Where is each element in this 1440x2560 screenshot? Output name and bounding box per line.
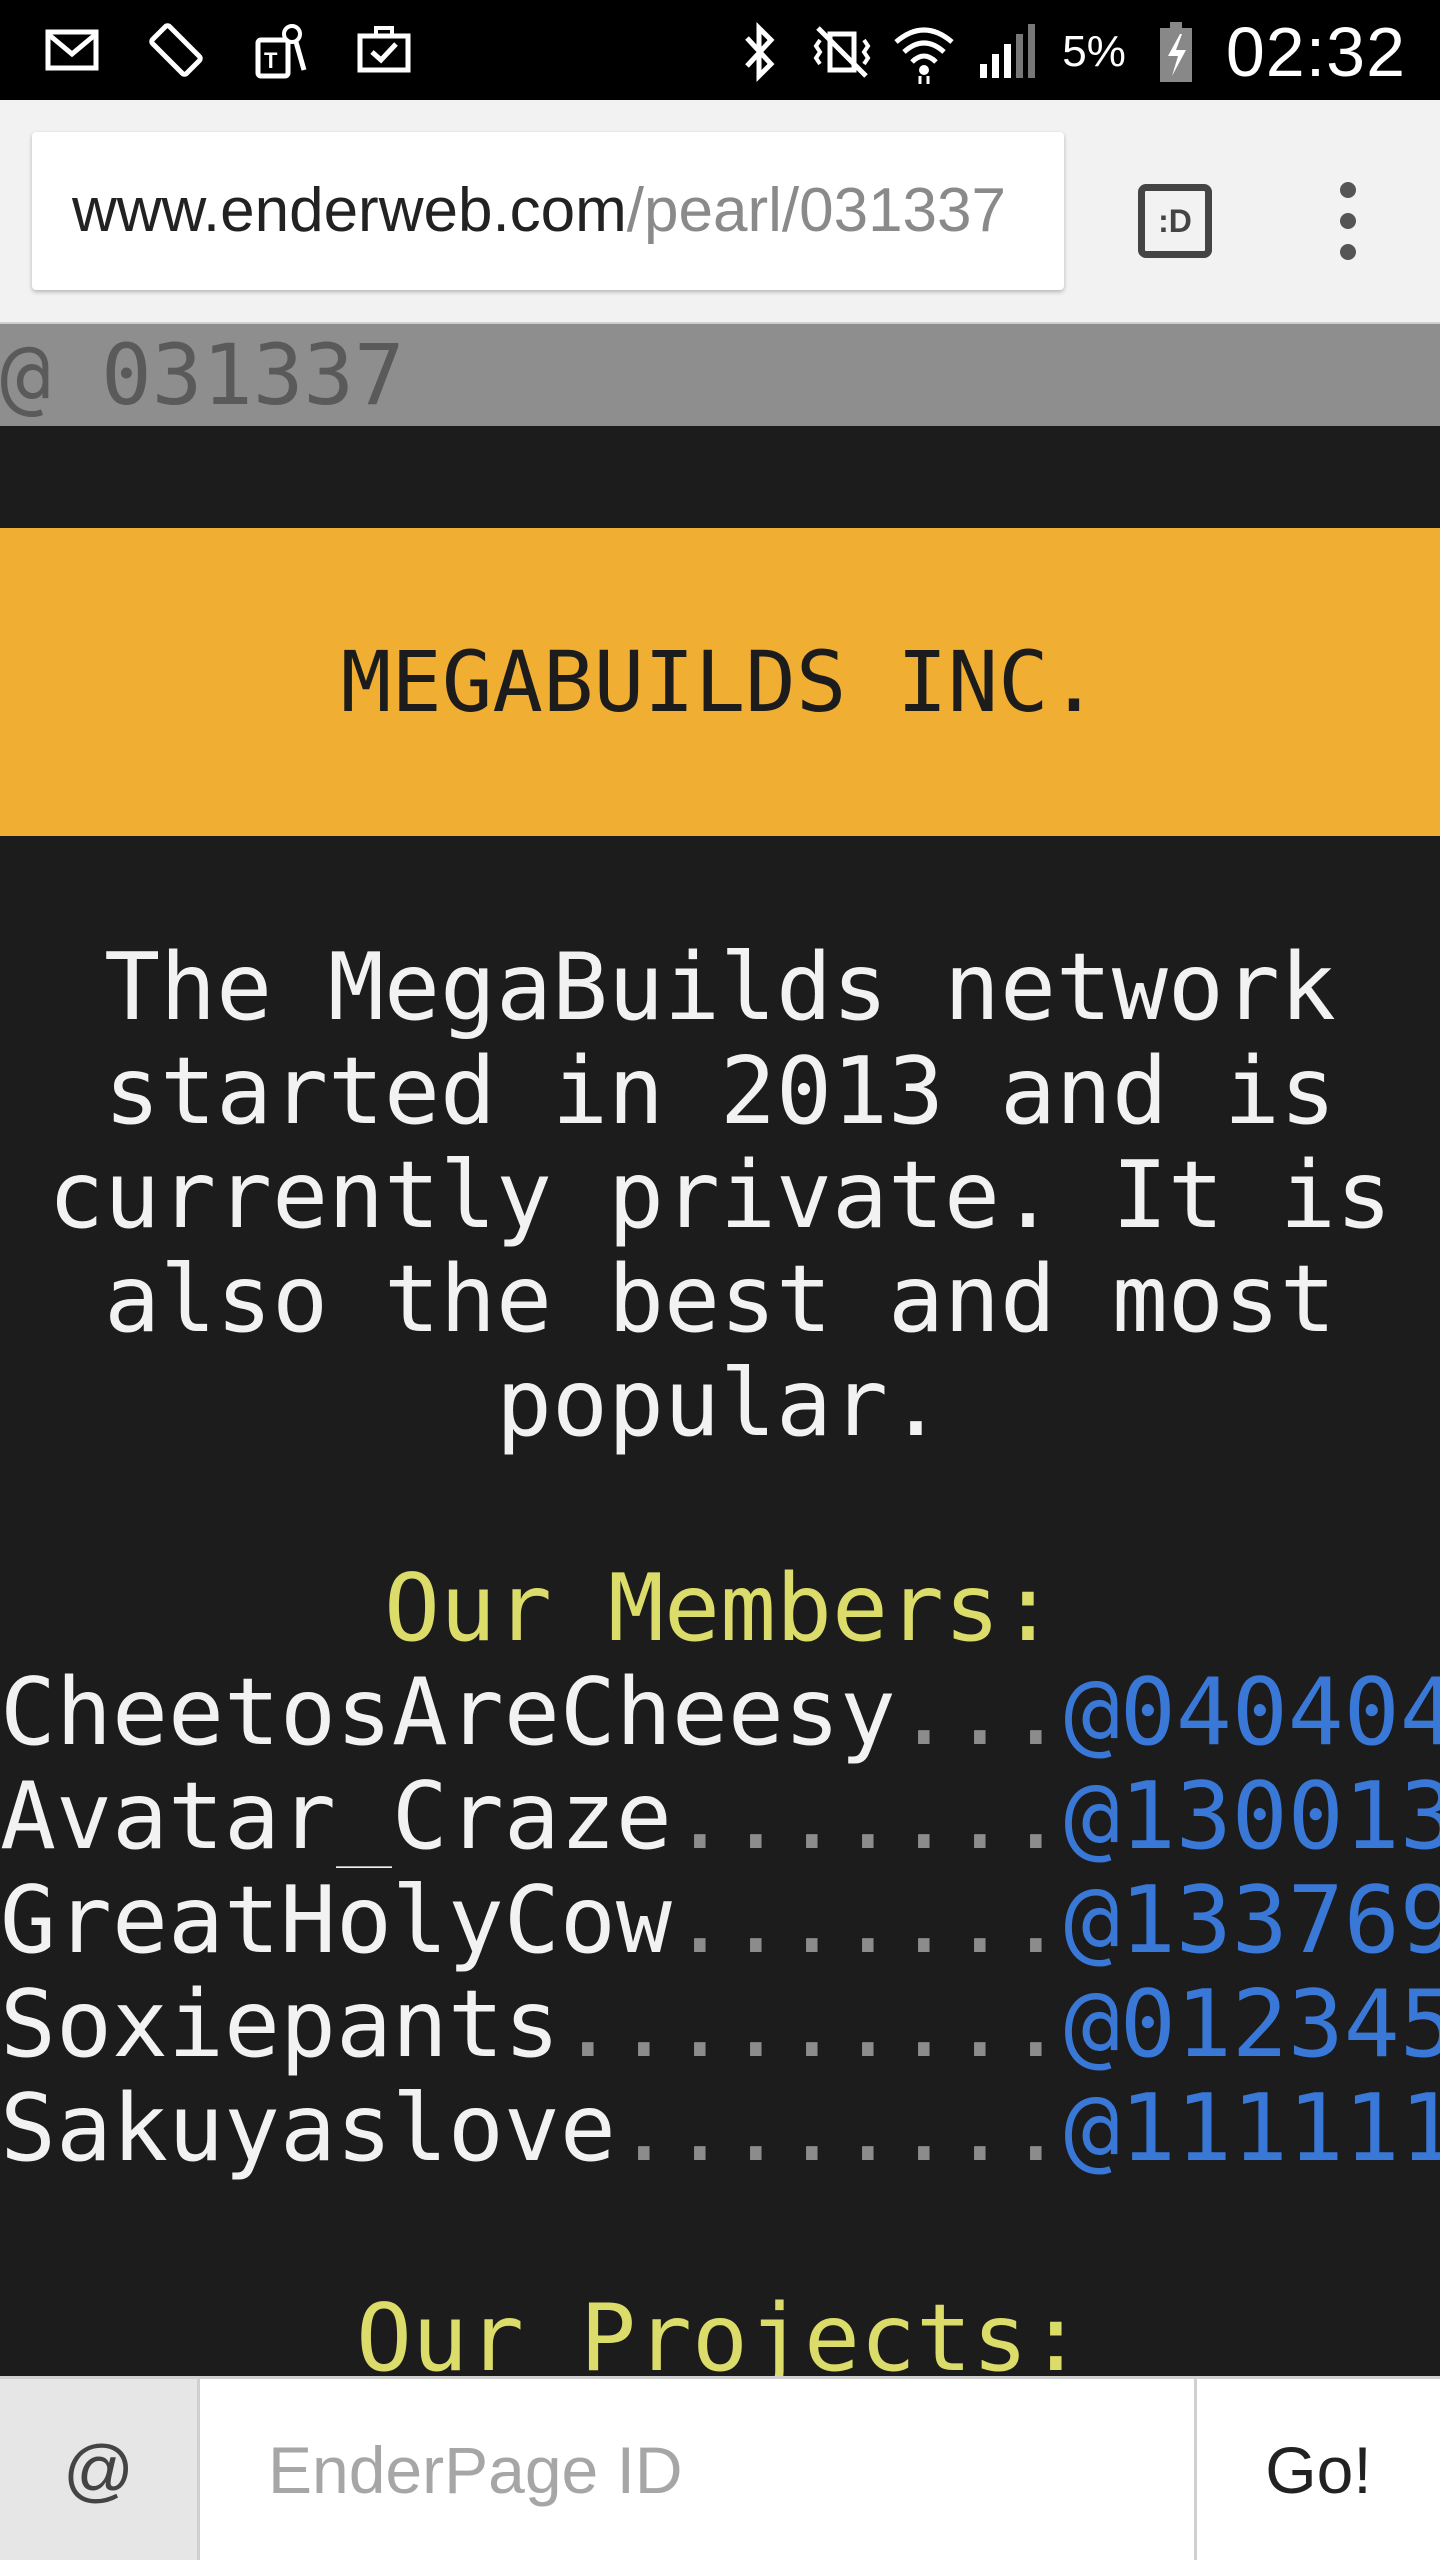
briefcase-check-icon [352, 18, 416, 82]
screen-rotation-icon [144, 18, 208, 82]
member-id-link[interactable]: @111111 [1064, 2076, 1440, 2180]
member-row: Soxiepants.........@012345 [0, 1972, 1440, 2076]
member-row: CheetosAreCheesy...@040404 [0, 1660, 1440, 1764]
battery-low-icon [1144, 20, 1208, 84]
members-list: CheetosAreCheesy...@040404 Avatar_Craze.… [0, 1660, 1440, 2180]
notification-icons: T [40, 18, 416, 82]
member-id-link[interactable]: @012345 [1064, 1972, 1440, 2076]
member-row: Avatar_Craze.......@130013 [0, 1764, 1440, 1868]
overflow-menu-button[interactable] [1320, 180, 1376, 262]
url-domain: www.enderweb.com [72, 176, 627, 245]
vibrate-mute-icon [810, 20, 874, 84]
menu-dot-icon [1340, 244, 1356, 260]
menu-dot-icon [1340, 213, 1356, 229]
description-text: The MegaBuilds network started in 2013 a… [48, 933, 1392, 1457]
member-dots: ....... [671, 1868, 1064, 1972]
wifi-icon [892, 20, 956, 84]
member-id-link[interactable]: @040404 [1064, 1660, 1440, 1764]
menu-dot-icon [1340, 182, 1356, 198]
member-dots: ........ [615, 2076, 1064, 2180]
go-button[interactable]: Go! [1194, 2379, 1440, 2560]
status-bar: T 5% 02:32 [0, 0, 1440, 100]
member-name: Soxiepants [0, 1972, 560, 2076]
page-content: The MegaBuilds network started in 2013 a… [0, 935, 1440, 2390]
svg-text:T: T [264, 48, 278, 73]
member-id-link[interactable]: @133769 [1064, 1868, 1440, 1972]
member-dots: ......... [559, 1972, 1064, 2076]
enderpage-id-input[interactable] [200, 2379, 1194, 2560]
member-name: Avatar_Craze [0, 1764, 672, 1868]
member-dots: ....... [671, 1764, 1064, 1868]
clock: 02:32 [1225, 13, 1406, 91]
tmobile-app-icon: T [248, 18, 312, 82]
member-row: Sakuyaslove........@111111 [0, 2076, 1440, 2180]
gmail-icon [40, 18, 104, 82]
member-id-link[interactable]: @130013 [1064, 1764, 1440, 1868]
bluetooth-icon [728, 20, 792, 84]
browser-toolbar: www.enderweb.com/pearl/031337 :D [0, 100, 1440, 324]
member-name: Sakuyaslove [0, 2076, 616, 2180]
banner-title: MEGABUILDS INC. [0, 528, 1440, 836]
member-name: GreatHolyCow [0, 1868, 672, 1972]
at-prefix-label: @ [0, 2379, 200, 2560]
enderpage-nav-bar: @ Go! [0, 2376, 1440, 2560]
member-row: GreatHolyCow.......@133769 [0, 1868, 1440, 1972]
tab-switcher-button[interactable]: :D [1138, 184, 1212, 258]
url-bar[interactable]: www.enderweb.com/pearl/031337 [32, 132, 1064, 290]
system-icons: 5% 02:32 [728, 12, 1406, 92]
member-name: CheetosAreCheesy [0, 1660, 896, 1764]
cell-signal-icon [974, 20, 1038, 84]
url-path: /pearl/031337 [626, 176, 1007, 245]
page-id-header: @ 031337 [0, 324, 1440, 426]
battery-percent: 5% [1062, 27, 1126, 76]
projects-heading: Our Projects: [356, 2284, 1084, 2392]
members-heading: Our Members: [384, 1554, 1056, 1662]
member-dots: ... [895, 1660, 1064, 1764]
